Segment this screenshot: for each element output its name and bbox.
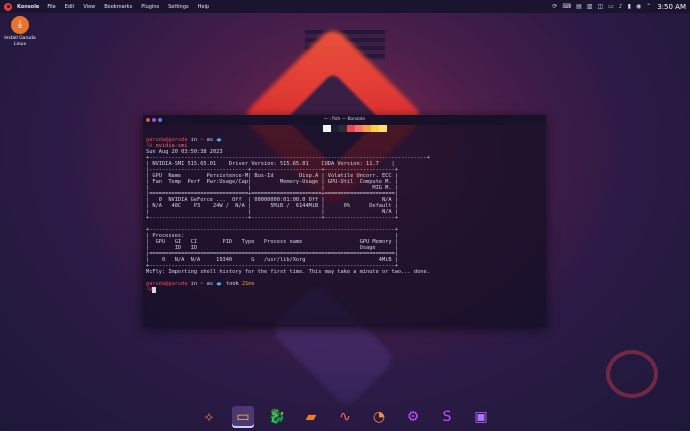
dock-file-manager-icon[interactable]: ▰ xyxy=(300,406,322,428)
volume-icon[interactable]: ♪ xyxy=(619,3,623,10)
command-output: Sun Aug 20 03:50:38 2023 +--------------… xyxy=(146,149,430,275)
dock-office-icon[interactable]: ◔ xyxy=(368,406,390,428)
prompt-line-2: garuda@garuda in ~ as 🐟 took 21ms xyxy=(146,281,255,287)
network-icon[interactable]: ◫ xyxy=(597,3,603,10)
cursor: _ xyxy=(152,287,156,293)
command-duration: 21ms xyxy=(241,281,255,287)
desktop-icon-install-garuda[interactable]: ⤓ Install Garuda Linux xyxy=(4,16,36,48)
chevron-icon[interactable]: ⌃ xyxy=(646,3,651,10)
menu-file[interactable]: File xyxy=(47,4,55,10)
notification-icon[interactable]: ◉ xyxy=(636,3,641,10)
keyboard-icon[interactable]: ⌨ xyxy=(562,3,571,10)
color-swatch-bar xyxy=(323,125,387,132)
menu-plugins[interactable]: Plugins xyxy=(141,4,159,10)
desktop-icon-label-2: Linux xyxy=(13,42,27,47)
window-controls xyxy=(146,118,164,122)
dock-store-icon[interactable]: S xyxy=(436,406,458,428)
menu-edit[interactable]: Edit xyxy=(65,4,75,10)
menu-view[interactable]: View xyxy=(83,4,95,10)
dock-package-manager-icon[interactable]: ▣ xyxy=(470,406,492,428)
display-icon[interactable]: ▭ xyxy=(608,3,614,10)
active-app-name: Konsole xyxy=(17,3,40,10)
clipboard-icon[interactable]: ▥ xyxy=(587,3,593,10)
menu-settings[interactable]: Settings xyxy=(168,4,189,10)
dock-system-monitor-icon[interactable]: ∿ xyxy=(334,406,356,428)
fish-icon: 🐟 xyxy=(216,137,223,143)
color-swatch xyxy=(323,125,331,132)
color-swatch xyxy=(355,125,363,132)
dock-settings-icon[interactable]: ⚙ xyxy=(402,406,424,428)
color-swatch xyxy=(379,125,387,132)
menu-bookmarks[interactable]: Bookmarks xyxy=(104,4,132,10)
dock-firedragon-icon[interactable]: 🐉 xyxy=(266,406,288,428)
notes-icon[interactable]: ▤ xyxy=(576,3,582,10)
maximize-icon[interactable] xyxy=(158,118,162,122)
top-panel: Konsole File Edit View Bookmarks Plugins… xyxy=(0,0,690,13)
system-tray: ⟳ ⌨ ▤ ▥ ◫ ▭ ♪ ▮ ◉ ⌃ 3:50 AM xyxy=(547,0,686,13)
color-swatch xyxy=(347,125,355,132)
dock: ⟡ ▭ 🐉 ▰ ∿ ◔ ⚙ S ▣ xyxy=(198,403,492,431)
dock-konsole-icon[interactable]: ▭ xyxy=(232,406,254,428)
color-swatch xyxy=(363,125,371,132)
close-icon[interactable] xyxy=(146,118,150,122)
window-title: ~ : fish — Konsole xyxy=(324,117,365,122)
updates-icon[interactable]: ⟳ xyxy=(552,3,557,10)
terminal-output[interactable]: garuda@garuda in ~ as 🐟 └λ nvidia-smi Su… xyxy=(146,137,543,293)
minimize-icon[interactable] xyxy=(152,118,156,122)
battery-icon[interactable]: ▮ xyxy=(628,3,631,10)
color-swatch xyxy=(339,125,347,132)
window-titlebar[interactable]: ~ : fish — Konsole xyxy=(143,115,546,125)
garuda-menu-icon[interactable] xyxy=(4,2,12,11)
download-icon: ⤓ xyxy=(11,16,29,34)
color-swatch xyxy=(331,125,339,132)
konsole-window: ~ : fish — Konsole garuda@garuda in ~ as… xyxy=(143,115,546,327)
dock-garuda-welcome-icon[interactable]: ⟡ xyxy=(198,406,220,428)
clock[interactable]: 3:50 AM xyxy=(657,3,686,11)
wallpaper-garuda-logo xyxy=(606,350,658,398)
menu-help[interactable]: Help xyxy=(198,4,209,10)
color-swatch xyxy=(371,125,379,132)
